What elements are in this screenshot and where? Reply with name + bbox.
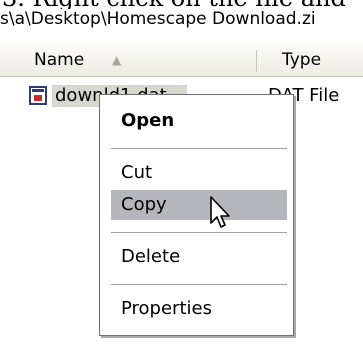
column-header-type-label: Type (282, 50, 322, 70)
context-menu: Open Cut Copy Delete Properties (99, 94, 294, 336)
menu-item-properties[interactable]: Properties (111, 294, 287, 324)
menu-item-open[interactable]: Open (111, 106, 287, 136)
sort-ascending-icon: ▲ (112, 53, 122, 67)
menu-separator (111, 232, 287, 233)
column-header-name[interactable]: Name ▲ (0, 44, 258, 76)
mouse-pointer-icon (210, 196, 230, 228)
list-header: Name ▲ Type (0, 44, 363, 77)
dat-file-icon (29, 86, 47, 105)
column-header-type[interactable]: Type (258, 44, 363, 76)
menu-separator (111, 284, 287, 285)
menu-item-copy[interactable]: Copy (111, 190, 287, 220)
address-path: s\a\Desktop\Homescape Download.zi (0, 9, 363, 29)
column-header-name-label: Name (34, 50, 85, 70)
menu-item-cut[interactable]: Cut (111, 158, 287, 188)
menu-separator (111, 148, 287, 149)
menu-item-delete[interactable]: Delete (111, 242, 287, 272)
